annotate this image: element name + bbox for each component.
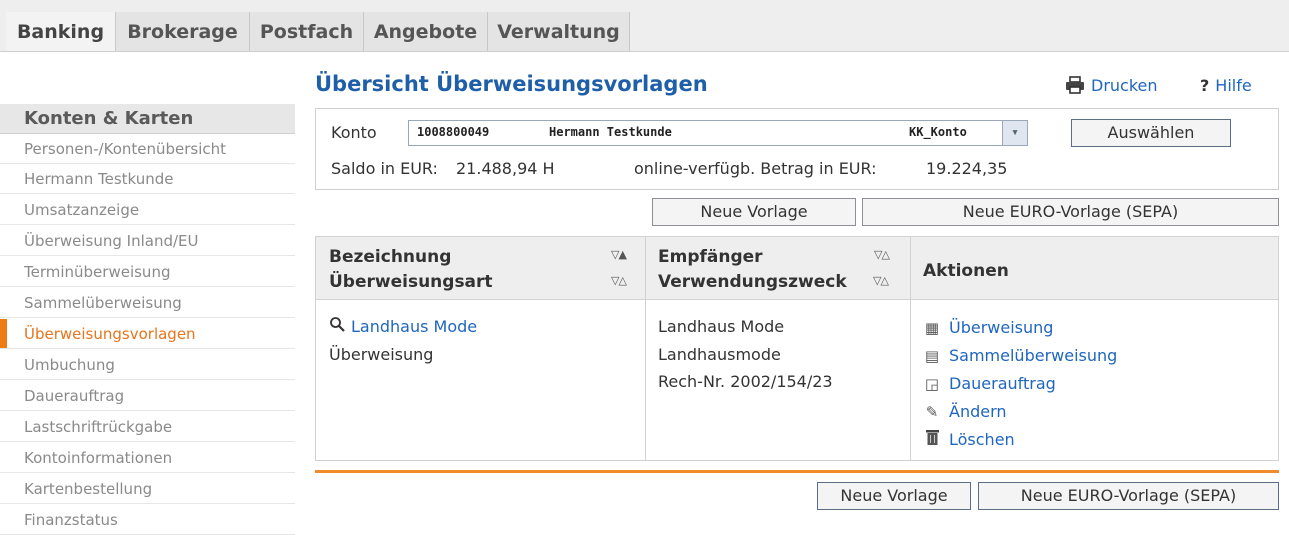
transfer-type-cell: Überweisung bbox=[329, 345, 434, 364]
saldo-value: 21.488,94 H bbox=[456, 159, 555, 178]
sidebar-item-finanzstatus[interactable]: Finanzstatus bbox=[0, 505, 295, 535]
tab-postfach[interactable]: Postfach bbox=[250, 12, 364, 52]
template-name-link[interactable]: Landhaus Mode bbox=[351, 317, 477, 336]
action-loeschen-label[interactable]: Löschen bbox=[949, 430, 1015, 449]
magnifier-icon[interactable] bbox=[329, 312, 345, 341]
action-sammelueberweisung-label[interactable]: Sammelüberweisung bbox=[949, 346, 1117, 365]
select-account-button[interactable]: Auswählen bbox=[1071, 119, 1231, 147]
sidebar-item-personen-kontenuebersicht[interactable]: Personen-/Kontenübersicht bbox=[0, 134, 295, 164]
purpose-line-2: Rech-Nr. 2002/154/23 bbox=[658, 372, 833, 391]
new-template-button-bottom[interactable]: Neue Vorlage bbox=[817, 482, 971, 510]
batch-transfer-icon: ▤ bbox=[924, 347, 940, 365]
sort-ueberweisungsart-icon[interactable]: ▽△ bbox=[611, 274, 627, 287]
trash-icon bbox=[923, 426, 941, 455]
purpose-line-1: Landhausmode bbox=[658, 345, 781, 364]
action-dauerauftrag[interactable]: ◲ Dauerauftrag bbox=[923, 369, 1056, 398]
new-euro-template-button[interactable]: Neue EURO-Vorlage (SEPA) bbox=[862, 198, 1279, 226]
sidebar-item-kontoinformationen[interactable]: Kontoinformationen bbox=[0, 443, 295, 473]
print-link[interactable]: Drucken bbox=[1065, 76, 1158, 98]
transfer-form-icon: ▦ bbox=[924, 319, 940, 337]
main-tab-bar: Banking Brokerage Postfach Angebote Verw… bbox=[0, 0, 1289, 52]
action-sammelueberweisung[interactable]: ▤ Sammelüberweisung bbox=[923, 341, 1117, 370]
chevron-down-icon[interactable]: ▾ bbox=[1002, 121, 1027, 145]
pencil-icon: ✎ bbox=[925, 403, 939, 421]
sidebar-item-dauerauftrag[interactable]: Dauerauftrag bbox=[0, 381, 295, 411]
sort-verwendungszweck-icon[interactable]: ▽△ bbox=[873, 274, 889, 287]
account-select[interactable]: 1008800049 Hermann Testkunde KK_Konto ▾ bbox=[408, 120, 1028, 146]
page-title: Übersicht Überweisungsvorlagen bbox=[315, 72, 708, 96]
action-ueberweisung-label[interactable]: Überweisung bbox=[949, 318, 1053, 337]
sidebar-item-ueberweisungsvorlagen[interactable]: Überweisungsvorlagen bbox=[0, 319, 295, 349]
help-link[interactable]: ? Hilfe bbox=[1200, 76, 1252, 95]
account-type: KK_Konto bbox=[909, 125, 967, 139]
sidebar-item-hermann-testkunde[interactable]: Hermann Testkunde bbox=[0, 164, 295, 194]
available-value: 19.224,35 bbox=[926, 159, 1008, 178]
action-aendern-label[interactable]: Ändern bbox=[949, 402, 1007, 421]
account-holder: Hermann Testkunde bbox=[549, 125, 672, 139]
col-header-ueberweisungsart[interactable]: Überweisungsart bbox=[329, 270, 493, 294]
sidebar-item-lastschriftrueckgabe[interactable]: Lastschriftrückgabe bbox=[0, 412, 295, 442]
action-ueberweisung[interactable]: ▦ Überweisung bbox=[923, 313, 1054, 342]
printer-icon bbox=[1065, 76, 1085, 98]
col-header-empfaenger[interactable]: Empfänger bbox=[658, 245, 763, 269]
templates-table: Bezeichnung Überweisungsart ▽▲ ▽△ Empfän… bbox=[315, 236, 1279, 461]
tab-brokerage[interactable]: Brokerage bbox=[116, 12, 250, 52]
sidebar-heading: Konten & Karten bbox=[0, 104, 295, 134]
available-label: online-verfügb. Betrag in EUR: bbox=[634, 159, 877, 178]
col-header-bezeichnung[interactable]: Bezeichnung bbox=[329, 245, 451, 269]
konto-label: Konto bbox=[331, 123, 377, 142]
new-template-button[interactable]: Neue Vorlage bbox=[652, 198, 856, 226]
table-header: Bezeichnung Überweisungsart ▽▲ ▽△ Empfän… bbox=[316, 237, 1278, 300]
new-euro-template-button-bottom[interactable]: Neue EURO-Vorlage (SEPA) bbox=[978, 482, 1279, 510]
standing-order-icon: ◲ bbox=[924, 375, 940, 393]
action-aendern[interactable]: ✎ Ändern bbox=[923, 397, 1007, 426]
help-icon: ? bbox=[1200, 76, 1210, 95]
tab-banking[interactable]: Banking bbox=[6, 12, 116, 52]
account-panel: Konto 1008800049 Hermann Testkunde KK_Ko… bbox=[315, 108, 1279, 190]
sidebar-item-ueberweisung-inland[interactable]: Überweisung Inland/EU bbox=[0, 226, 295, 256]
column-divider bbox=[910, 237, 911, 460]
sidebar-item-umsatzanzeige[interactable]: Umsatzanzeige bbox=[0, 195, 295, 225]
sidebar-item-sammelueberweisung[interactable]: Sammelüberweisung bbox=[0, 288, 295, 318]
column-divider bbox=[645, 237, 646, 460]
sort-empfaenger-icon[interactable]: ▽△ bbox=[874, 248, 890, 261]
template-name-cell[interactable]: Landhaus Mode bbox=[329, 312, 477, 341]
col-header-verwendungszweck[interactable]: Verwendungszweck bbox=[658, 270, 847, 294]
tab-angebote[interactable]: Angebote bbox=[364, 12, 488, 52]
action-loeschen[interactable]: Löschen bbox=[923, 425, 1015, 454]
help-label: Hilfe bbox=[1215, 76, 1252, 95]
col-header-aktionen: Aktionen bbox=[923, 261, 1009, 281]
account-number: 1008800049 bbox=[417, 125, 490, 139]
tab-verwaltung[interactable]: Verwaltung bbox=[488, 12, 630, 52]
sidebar-item-kartenbestellung[interactable]: Kartenbestellung bbox=[0, 474, 295, 504]
action-dauerauftrag-label[interactable]: Dauerauftrag bbox=[949, 374, 1056, 393]
sidebar-item-terminueberweisung[interactable]: Terminüberweisung bbox=[0, 257, 295, 287]
recipient-cell: Landhaus Mode bbox=[658, 317, 785, 336]
sidebar-item-umbuchung[interactable]: Umbuchung bbox=[0, 350, 295, 380]
saldo-label: Saldo in EUR: bbox=[331, 159, 438, 178]
sort-bezeichnung-icon[interactable]: ▽▲ bbox=[611, 248, 627, 261]
print-label: Drucken bbox=[1091, 76, 1158, 95]
footer-divider bbox=[315, 470, 1279, 473]
